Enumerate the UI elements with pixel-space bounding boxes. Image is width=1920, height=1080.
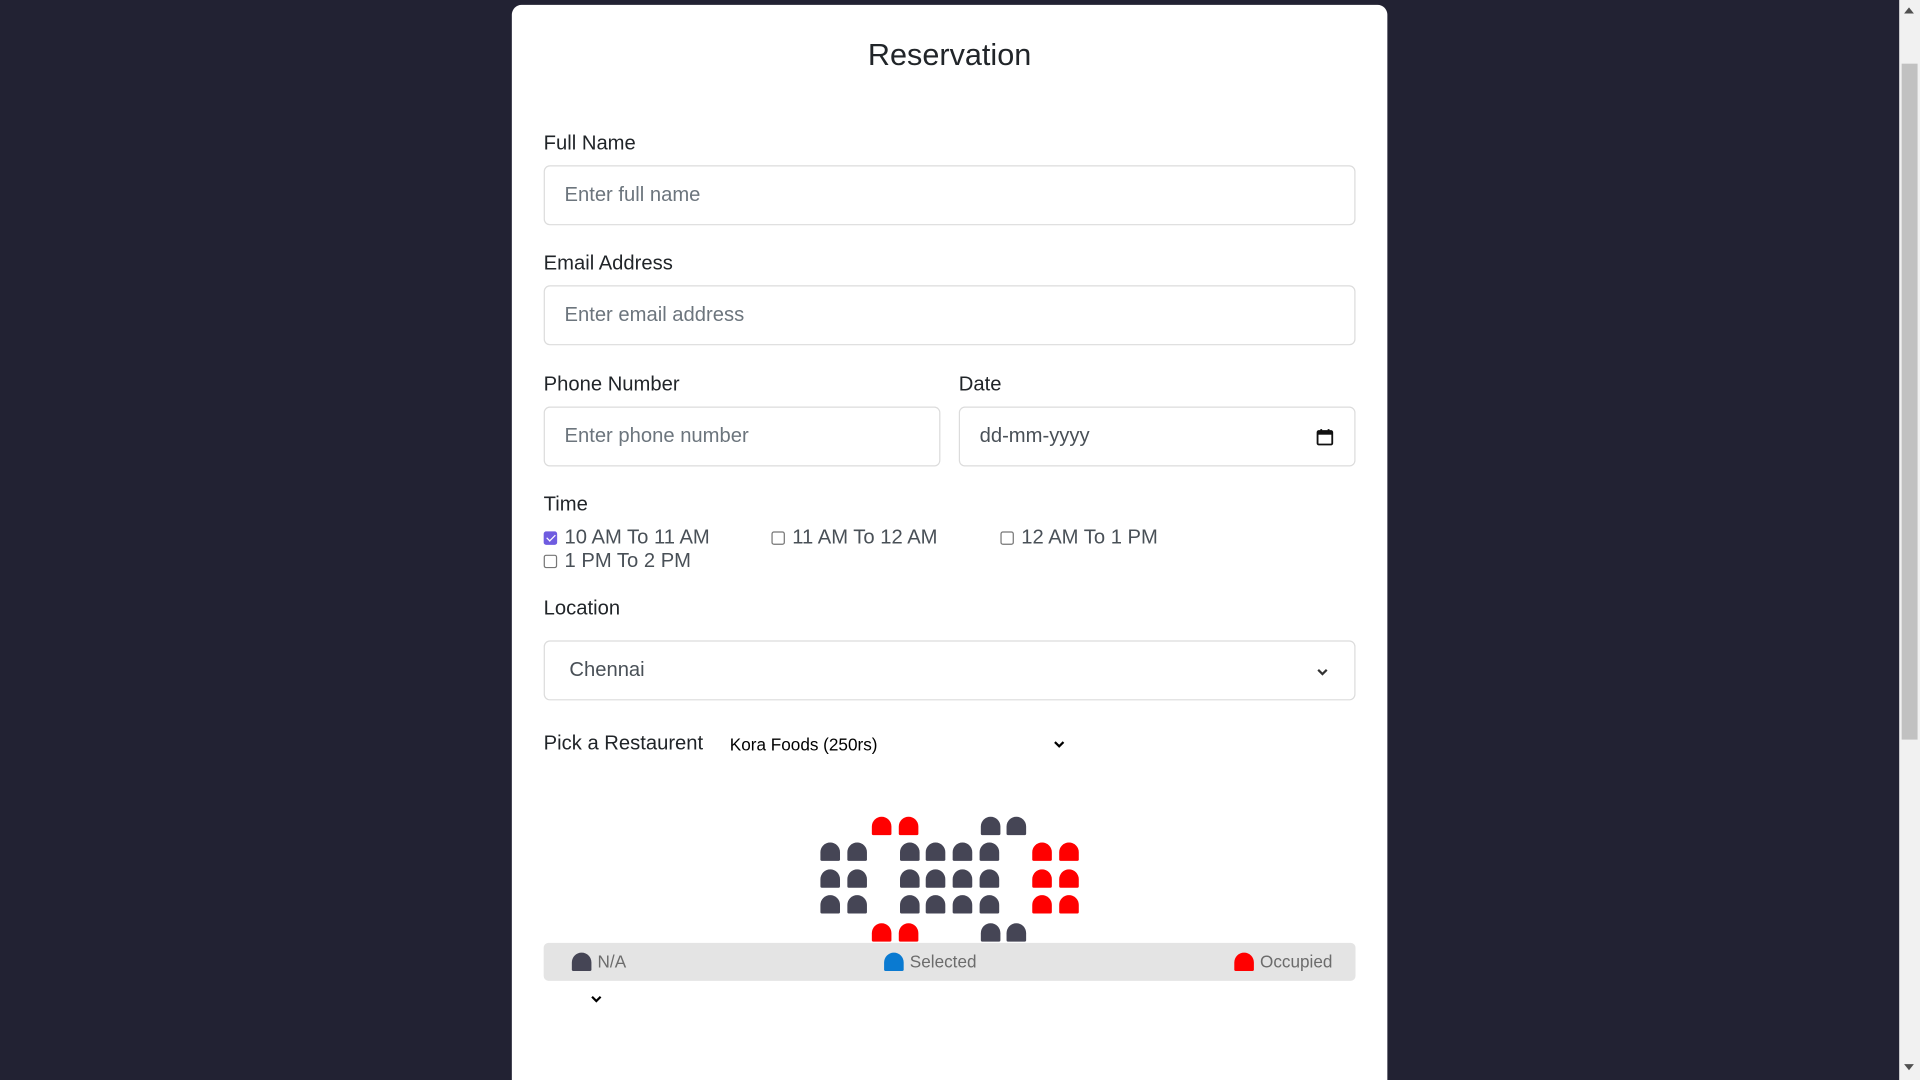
- seat-occupied: [1059, 895, 1079, 914]
- seat-na[interactable]: [952, 869, 973, 888]
- full-name-label: Full Name: [543, 132, 636, 155]
- seat-na[interactable]: [980, 816, 1001, 836]
- seat-occupied: [1059, 842, 1079, 861]
- seat-occupied: [1032, 842, 1052, 861]
- restaurant-select[interactable]: Kora Foods (250rs): [722, 731, 1066, 758]
- scrollbar-thumb[interactable]: [1901, 63, 1918, 740]
- time-option-10-11[interactable]: 10 AM To 11 AM: [543, 526, 710, 550]
- time-option-1-2[interactable]: 1 PM To 2 PM: [543, 549, 692, 573]
- seat-na[interactable]: [952, 842, 973, 861]
- date-label: Date: [958, 373, 1002, 396]
- seat-na[interactable]: [952, 895, 973, 914]
- time-option-label: 10 AM To 11 AM: [564, 526, 710, 549]
- email-input[interactable]: Enter email address: [543, 285, 1356, 346]
- seat-na[interactable]: [820, 895, 841, 914]
- phone-placeholder: Enter phone number: [564, 424, 749, 447]
- seat-na[interactable]: [979, 842, 1000, 861]
- time-option-label: 1 PM To 2 PM: [564, 549, 692, 572]
- vertical-scrollbar[interactable]: [1899, 0, 1920, 1080]
- seat-na[interactable]: [820, 869, 841, 888]
- legend-selected: Selected: [884, 951, 977, 972]
- phone-label: Phone Number: [543, 373, 680, 396]
- location-label: Location: [543, 597, 621, 620]
- seat-na[interactable]: [900, 869, 920, 888]
- seat-na[interactable]: [1006, 816, 1027, 836]
- restaurant-selected-value: Kora Foods (250rs): [729, 734, 878, 755]
- seat-na[interactable]: [900, 895, 920, 914]
- seat-na[interactable]: [847, 869, 867, 888]
- time-checkbox-10-11[interactable]: [543, 531, 558, 545]
- seat-occupied-icon: [1234, 952, 1254, 971]
- seat-na[interactable]: [925, 842, 946, 861]
- legend-occupied: Occupied: [1234, 951, 1332, 971]
- seat-na[interactable]: [979, 869, 1000, 888]
- seat-selected-icon: [884, 952, 904, 971]
- time-checkbox-12-1[interactable]: [1000, 531, 1014, 545]
- time-option-11-12[interactable]: 11 AM To 12 AM: [771, 526, 938, 550]
- location-select[interactable]: Chennai: [543, 640, 1356, 701]
- time-label: Time: [543, 493, 588, 516]
- date-input[interactable]: dd-mm-yyyy: [958, 406, 1356, 467]
- seat-na[interactable]: [900, 842, 920, 861]
- seat-occupied: [871, 816, 892, 836]
- scroll-up-arrow-icon[interactable]: [1904, 7, 1914, 14]
- time-checkbox-11-12[interactable]: [771, 531, 785, 545]
- seat-occupied: [871, 923, 892, 942]
- seat-na[interactable]: [847, 895, 867, 914]
- restaurant-label: Pick a Restaurent: [543, 732, 704, 755]
- time-option-label: 11 AM To 12 AM: [792, 526, 938, 549]
- seat-na[interactable]: [980, 923, 1001, 942]
- legend-na: N/A: [571, 951, 627, 972]
- legend-na-label: N/A: [597, 951, 627, 972]
- reservation-card: Reservation Full Name Enter full name Em…: [511, 4, 1388, 1080]
- seat-na[interactable]: [847, 842, 867, 861]
- full-name-input[interactable]: Enter full name: [543, 165, 1356, 226]
- full-name-placeholder: Enter full name: [564, 183, 701, 206]
- chevron-down-icon: [1054, 741, 1065, 748]
- seat-occupied: [1032, 869, 1052, 888]
- email-label: Email Address: [543, 252, 673, 275]
- chevron-down-icon: [1317, 669, 1328, 676]
- legend-occupied-label: Occupied: [1260, 951, 1333, 972]
- time-option-12-1[interactable]: 12 AM To 1 PM: [1000, 526, 1158, 550]
- seat-occupied: [898, 923, 919, 942]
- email-placeholder: Enter email address: [564, 303, 745, 326]
- seat-na[interactable]: [979, 895, 1000, 914]
- seat-na[interactable]: [925, 895, 946, 914]
- seat-occupied: [1032, 895, 1052, 914]
- page-title: Reservation: [867, 37, 1032, 73]
- time-checkbox-1-2[interactable]: [543, 554, 558, 569]
- calendar-icon[interactable]: [1316, 429, 1334, 446]
- date-placeholder: dd-mm-yyyy: [979, 424, 1090, 447]
- scroll-down-arrow-icon[interactable]: [1904, 1064, 1914, 1071]
- chevron-down-icon[interactable]: [590, 994, 602, 1004]
- seat-na-icon: [571, 952, 592, 971]
- seat-na[interactable]: [925, 869, 946, 888]
- seat-legend: N/A Selected Occupied: [543, 942, 1356, 981]
- location-selected-value: Chennai: [569, 658, 645, 681]
- seat-na[interactable]: [820, 842, 841, 861]
- seat-na[interactable]: [1006, 923, 1027, 942]
- time-option-label: 12 AM To 1 PM: [1021, 526, 1158, 549]
- seat-occupied: [898, 816, 919, 836]
- legend-selected-label: Selected: [909, 951, 977, 972]
- phone-input[interactable]: Enter phone number: [543, 406, 941, 467]
- seat-occupied: [1059, 869, 1079, 888]
